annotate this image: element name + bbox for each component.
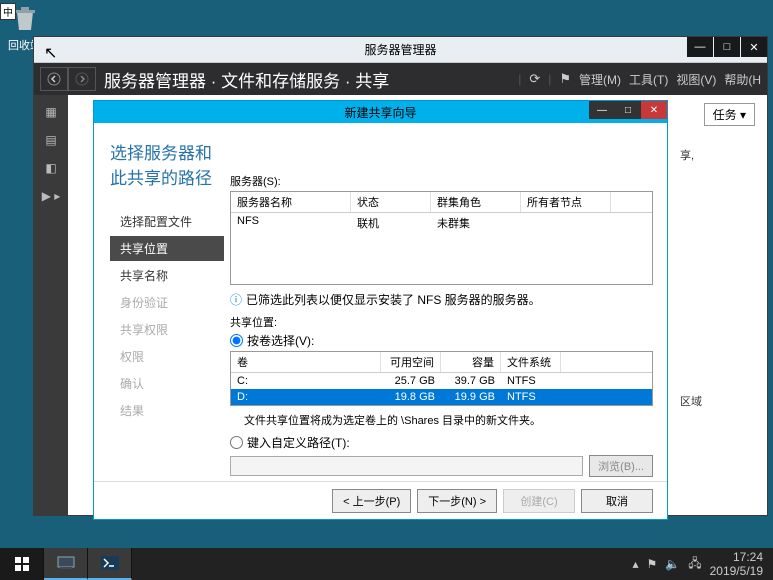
close-button[interactable]: ✕: [741, 37, 767, 57]
window-title: 服务器管理器: [364, 41, 436, 58]
tools-menu[interactable]: 工具(T): [629, 71, 668, 88]
step-perm: 权限: [110, 344, 224, 369]
wizard-close-button[interactable]: ✕: [641, 101, 667, 119]
col-capacity[interactable]: 容量: [441, 352, 501, 372]
prev-button[interactable]: < 上一步(P): [332, 489, 411, 513]
tray-flag-icon[interactable]: ⚑: [647, 557, 658, 571]
taskbar: ▴ ⚑ 🔈 🖧 17:24 2019/5/19: [0, 548, 773, 580]
manage-menu[interactable]: 管理(M): [579, 71, 621, 88]
tray-arrow-icon[interactable]: ▴: [632, 557, 638, 571]
step-confirm: 确认: [110, 371, 224, 396]
cursor-icon: ↖: [44, 43, 57, 63]
col-filesystem[interactable]: 文件系统: [501, 352, 561, 372]
wizard-maximize-button[interactable]: □: [615, 101, 641, 119]
volume-radio-input[interactable]: [230, 334, 243, 347]
tray-network-icon[interactable]: 🖧: [688, 554, 701, 575]
task-powershell[interactable]: [88, 548, 132, 580]
sidebar-item-volumes[interactable]: ▤: [40, 131, 62, 149]
help-menu[interactable]: 帮助(H: [724, 71, 761, 88]
system-tray[interactable]: ▴ ⚑ 🔈 🖧 17:24 2019/5/19: [632, 550, 773, 579]
start-button[interactable]: [0, 548, 44, 580]
ime-badge[interactable]: 中: [0, 3, 16, 20]
custom-path-radio[interactable]: 键入自定义路径(T):: [230, 434, 653, 451]
wizard-steps: 选择服务器和此共享的路径 选择配置文件 共享位置 共享名称 身份验证 共享权限 …: [94, 123, 224, 481]
info-icon: ⓘ: [230, 291, 242, 308]
forward-button[interactable]: [68, 67, 96, 91]
titlebar[interactable]: 服务器管理器 — □ ✕: [34, 37, 767, 63]
task-server-manager[interactable]: [44, 548, 88, 580]
powershell-icon: [101, 556, 119, 570]
minimize-button[interactable]: —: [687, 37, 713, 57]
volume-row-c[interactable]: C: 25.7 GB 39.7 GB NTFS: [231, 373, 652, 389]
content-hint: 享,: [680, 147, 755, 163]
wizard-heading: 选择服务器和此共享的路径: [110, 139, 224, 189]
next-button[interactable]: 下一步(N) >: [417, 489, 497, 513]
back-button[interactable]: [40, 67, 68, 91]
col-server-name[interactable]: 服务器名称: [231, 192, 351, 212]
sidebar-item-disks[interactable]: ◧: [40, 159, 62, 177]
volume-table[interactable]: 卷 可用空间 容量 文件系统 C: 25.7 GB 39.7 GB NTFS D…: [230, 351, 653, 406]
col-role[interactable]: 群集角色: [431, 192, 521, 212]
col-owner[interactable]: 所有者节点: [521, 192, 611, 212]
server-table[interactable]: 服务器名称 状态 群集角色 所有者节点 NFS 联机 未群集: [230, 191, 653, 285]
volume-note: 文件共享位置将成为选定卷上的 \Shares 目录中的新文件夹。: [244, 412, 653, 428]
view-menu[interactable]: 视图(V): [676, 71, 716, 88]
server-row[interactable]: NFS 联机 未群集: [231, 213, 652, 233]
servers-label: 服务器(S):: [230, 173, 653, 189]
sidebar-item-shares[interactable]: ▶ ▸: [40, 187, 62, 205]
step-profile[interactable]: 选择配置文件: [110, 209, 224, 234]
windows-icon: [14, 556, 30, 572]
wizard-titlebar[interactable]: 新建共享向导 — □ ✕: [94, 101, 667, 123]
content-hint2: 区域: [680, 393, 755, 409]
cancel-button[interactable]: 取消: [581, 489, 653, 513]
volume-row-d[interactable]: D: 19.8 GB 19.9 GB NTFS: [231, 389, 652, 405]
create-button: 创建(C): [503, 489, 575, 513]
step-shareperm: 共享权限: [110, 317, 224, 342]
new-share-wizard: 新建共享向导 — □ ✕ 选择服务器和此共享的路径 选择配置文件 共享位置 共享…: [93, 100, 668, 520]
sidebar: ▦ ▤ ◧ ▶ ▸: [34, 95, 68, 515]
maximize-button[interactable]: □: [714, 37, 740, 57]
server-manager-icon: [57, 556, 75, 570]
window-controls: — □ ✕: [686, 37, 767, 57]
sidebar-item-servers[interactable]: ▦: [40, 103, 62, 121]
header-bar: 服务器管理器 · 文件和存储服务 · 共享 | ⟳ | ⚑ 管理(M) 工具(T…: [34, 63, 767, 95]
col-state[interactable]: 状态: [351, 192, 431, 212]
wizard-footer: < 上一步(P) 下一步(N) > 创建(C) 取消: [94, 481, 667, 519]
tray-speaker-icon[interactable]: 🔈: [665, 557, 680, 571]
step-name[interactable]: 共享名称: [110, 263, 224, 288]
col-volume[interactable]: 卷: [231, 352, 381, 372]
tasks-button[interactable]: 任务 ▾: [704, 103, 755, 126]
col-free[interactable]: 可用空间: [381, 352, 441, 372]
custom-path-input: [230, 456, 583, 476]
flag-icon[interactable]: ⚑: [559, 71, 571, 87]
wizard-main: 服务器(S): 服务器名称 状态 群集角色 所有者节点 NFS 联机 未群集 ⓘ…: [224, 123, 667, 481]
wizard-minimize-button[interactable]: —: [589, 101, 615, 119]
breadcrumb[interactable]: 服务器管理器 · 文件和存储服务 · 共享: [104, 67, 518, 92]
share-location-label: 共享位置:: [230, 314, 653, 330]
volume-select-radio[interactable]: 按卷选择(V):: [230, 332, 653, 349]
clock[interactable]: 17:24 2019/5/19: [710, 550, 763, 579]
step-auth: 身份验证: [110, 290, 224, 315]
browse-button: 浏览(B)...: [589, 455, 653, 477]
filter-info: ⓘ 已筛选此列表以便仅显示安装了 NFS 服务器的服务器。: [230, 291, 653, 308]
wizard-title: 新建共享向导: [344, 104, 416, 121]
refresh-icon[interactable]: ⟳: [529, 71, 540, 87]
custom-path-radio-input[interactable]: [230, 436, 243, 449]
step-location[interactable]: 共享位置: [110, 236, 224, 261]
step-results: 结果: [110, 398, 224, 423]
